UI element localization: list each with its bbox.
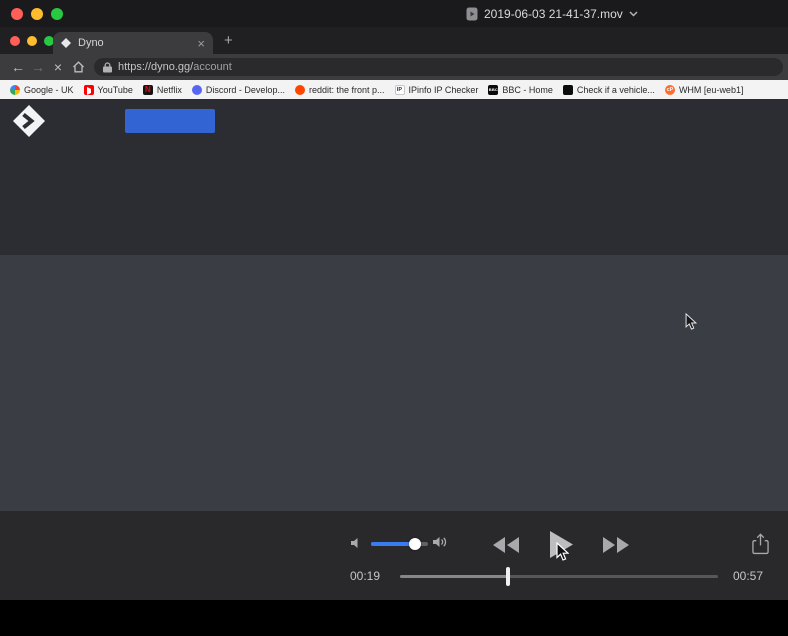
tab-close-icon[interactable]: × [197,37,205,50]
youtube-favicon [83,84,94,95]
fast-forward-button[interactable] [603,537,629,553]
title-chevron-down-icon[interactable] [629,10,638,17]
blue-nav-button[interactable] [125,109,215,133]
timeline-scrubber[interactable] [400,567,718,586]
url-path: account [193,61,232,73]
discord-favicon [191,84,202,95]
back-icon[interactable]: ← [8,59,28,75]
share-icon[interactable] [752,533,769,555]
reddit-favicon [294,84,305,95]
volume-slider[interactable] [371,538,428,550]
bookmark-label: Google - UK [24,84,74,95]
new-tab-button[interactable]: + [224,32,233,49]
lock-icon [103,61,112,72]
home-icon[interactable] [68,60,88,76]
bookmark-label: WHM [eu-web1] [678,84,744,95]
bookmark-google-uk[interactable]: Google - UK [10,84,74,95]
browser-tabbar: Dyno × + [0,27,788,54]
window-title: 2019-06-03 21-41-37.mov [484,6,623,21]
browser-traffic-lights [10,36,54,46]
bookmark-reddit[interactable]: reddit: the front p... [294,84,385,95]
timeline-played [400,575,509,578]
address-bar[interactable]: https://dyno.gg/account [94,58,783,76]
bookmark-check-vehicle[interactable]: Check if a vehicle... [562,84,655,95]
nav-icons: ← → × [8,54,88,80]
player-controls-bar: 00:19 00:57 [0,511,788,600]
bookmark-discord[interactable]: Discord - Develop... [191,84,285,95]
mouse-cursor [556,542,569,561]
bookmark-label: Check if a vehicle... [576,84,655,95]
gov-favicon [562,84,573,95]
timeline-playhead[interactable] [506,567,511,586]
whm-favicon [664,84,675,95]
tab-label: Dyno [78,37,104,49]
bookmark-whm[interactable]: WHM [eu-web1] [664,84,744,95]
close-window-button[interactable] [11,8,23,20]
quicktime-titlebar: 2019-06-03 21-41-37.mov [0,0,788,27]
bookmark-youtube[interactable]: YouTube [83,84,133,95]
letterbox-bar [0,600,788,636]
quicktime-traffic-lights [11,8,63,20]
dyno-logo[interactable] [12,104,46,138]
url-text: https://dyno.gg/account [118,61,232,73]
volume-max-icon[interactable] [432,535,449,549]
quicktime-file-icon [466,7,478,20]
bookmark-label: Netflix [156,84,182,95]
bookmark-label: reddit: the front p... [308,84,385,95]
volume-min-icon[interactable] [350,537,362,549]
bookmark-label: Discord - Develop... [205,84,285,95]
google-favicon [10,84,20,95]
tab-dyno[interactable]: Dyno × [53,32,213,54]
browser-close-button[interactable] [10,36,20,46]
rewind-button[interactable] [493,537,519,553]
bookmark-label: BBC - Home [502,84,553,95]
bookmark-netflix[interactable]: Netflix [142,84,182,95]
bookmark-label: YouTube [97,84,133,95]
dyno-favicon [61,38,71,48]
minimize-window-button[interactable] [31,8,43,20]
bookmarks-bar: Google - UK YouTube Netflix Discord - De… [0,80,788,99]
bookmark-ipinfo[interactable]: IPinfo IP Checker [394,84,479,95]
quicktime-title-group: 2019-06-03 21-41-37.mov [466,0,638,27]
netflix-favicon [142,84,153,95]
url-host: https://dyno.gg/ [118,61,194,73]
page-body-area [0,255,788,511]
bookmark-bbc[interactable]: BBC - Home [488,84,553,95]
bbc-favicon [488,84,499,95]
elapsed-time: 00:19 [350,569,381,583]
ipinfo-favicon [394,84,405,95]
page-mouse-cursor [685,313,697,330]
stop-loading-icon[interactable]: × [48,59,68,75]
forward-icon[interactable]: → [28,59,48,75]
browser-navbar: ← → × https://dyno.gg/account [0,54,788,80]
browser-minimize-button[interactable] [27,36,37,46]
bookmark-label: IPinfo IP Checker [408,84,479,95]
page-header-area [0,99,788,255]
volume-knob[interactable] [408,538,421,550]
zoom-window-button[interactable] [51,8,63,20]
quicktime-player-window: 2019-06-03 21-41-37.mov Dyno × + ← → × h… [0,0,788,636]
duration-time: 00:57 [733,569,764,583]
